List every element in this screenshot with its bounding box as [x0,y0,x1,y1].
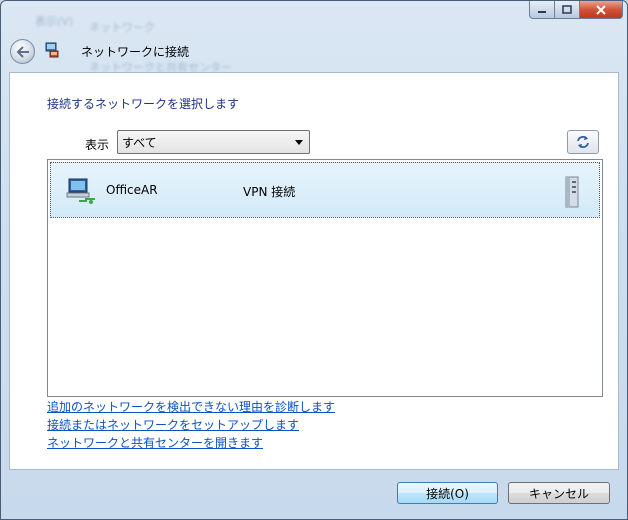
cancel-button[interactable]: キャンセル [508,482,610,504]
vpn-connection-icon [66,178,95,204]
back-button[interactable] [10,39,35,64]
back-arrow-icon [16,45,29,58]
refresh-button[interactable] [567,130,599,154]
diagnose-link[interactable]: 追加のネットワークを検出できない理由を診断します [47,398,335,415]
minimize-button[interactable] [529,1,555,19]
network-name: OfficeAR [106,183,158,197]
setup-connection-link[interactable]: 接続またはネットワークをセットアップします [47,416,299,433]
connect-button[interactable]: 接続(O) [397,482,498,504]
close-button[interactable] [580,1,623,19]
network-type: VPN 接続 [243,185,296,199]
filter-dropdown[interactable]: すべて [117,130,310,154]
dialog-window: 表示(V) ネットワーク ネットワークと共有センター ネットワークに接続 接続す… [0,0,628,520]
network-connect-icon [45,42,59,58]
network-sharing-center-link[interactable]: ネットワークと共有センターを開きます [47,434,263,451]
network-list-item[interactable]: OfficeAR VPN 接続 [50,162,600,218]
instruction-heading: 接続するネットワークを選択します [47,97,240,111]
ghost-text: 表示(V) [35,15,74,28]
maximize-icon [562,4,572,14]
server-icon [565,176,579,208]
ghost-text: ネットワーク [89,21,155,34]
network-list[interactable]: OfficeAR VPN 接続 [47,159,603,397]
caption-buttons [529,1,623,19]
content-panel: 接続するネットワークを選択します 表示 すべて OfficeAR VPN 接続 … [9,72,619,470]
refresh-icon [577,136,589,148]
minimize-icon [538,10,546,13]
filter-selected-value: すべて [122,135,157,150]
close-icon [596,4,606,15]
maximize-button[interactable] [555,1,580,19]
window-title: ネットワークに接続 [81,45,190,59]
dropdown-arrow-icon [295,140,303,145]
filter-label: 表示 [85,138,110,152]
